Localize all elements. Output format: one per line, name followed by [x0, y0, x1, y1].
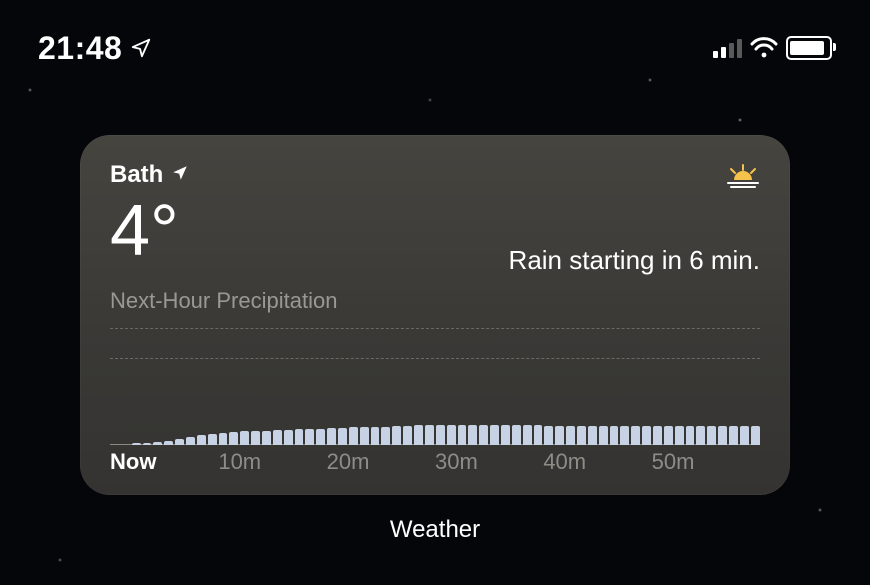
x-tick: 20m — [327, 449, 435, 475]
battery-icon — [786, 36, 832, 60]
precip-bar — [642, 426, 651, 445]
precip-bar — [338, 428, 347, 445]
status-left: 21:48 — [38, 30, 152, 67]
status-bar: 21:48 — [0, 28, 870, 68]
forecast-text: Rain starting in 6 min. — [509, 245, 760, 276]
precip-bar — [653, 426, 662, 445]
precip-bar — [403, 426, 412, 445]
location-name: Bath — [110, 161, 163, 189]
x-tick: 50m — [652, 449, 760, 475]
precip-bar — [664, 426, 673, 445]
sunset-icon — [726, 163, 760, 191]
x-tick: 10m — [218, 449, 326, 475]
precip-bar — [327, 428, 336, 445]
precip-bar — [349, 427, 358, 445]
cellular-signal-icon — [713, 38, 742, 58]
battery-fill — [790, 41, 824, 55]
x-tick: 30m — [435, 449, 543, 475]
location-services-icon — [130, 37, 152, 59]
precip-bar — [534, 425, 543, 445]
precip-bar — [631, 426, 640, 445]
precip-bar — [599, 426, 608, 445]
wifi-icon — [750, 37, 778, 59]
precip-bar — [523, 425, 532, 445]
precip-bar — [186, 437, 195, 445]
precip-bar — [544, 426, 553, 445]
precip-bar — [425, 425, 434, 445]
chart-bars — [110, 365, 760, 445]
precip-bar — [284, 430, 293, 445]
precip-bar — [566, 426, 575, 445]
precip-bar — [132, 443, 141, 445]
precip-bar — [751, 426, 760, 445]
status-right — [713, 36, 832, 60]
location-block: Bath 4° — [110, 161, 189, 267]
precip-bar — [208, 434, 217, 445]
location-arrow-icon — [171, 161, 189, 189]
x-tick: 40m — [543, 449, 651, 475]
precip-bar — [360, 427, 369, 445]
clock-time: 21:48 — [38, 30, 122, 67]
precip-bar — [229, 432, 238, 445]
precip-bar — [175, 439, 184, 445]
precip-bar — [414, 425, 423, 445]
precip-bar — [164, 441, 173, 445]
precip-bar — [675, 426, 684, 445]
precip-bar — [153, 442, 162, 445]
location-row: Bath — [110, 161, 189, 189]
precip-bar — [251, 431, 260, 445]
precip-bar — [458, 425, 467, 445]
chart-gridline — [110, 328, 760, 329]
precip-bar — [588, 426, 597, 445]
widget-app-label: Weather — [0, 516, 870, 544]
precip-bar — [718, 426, 727, 445]
precip-bar — [381, 427, 390, 445]
precip-bar — [490, 425, 499, 445]
temperature-value: 4° — [110, 195, 189, 267]
precip-section-title: Next-Hour Precipitation — [110, 288, 760, 314]
precip-chart: Now10m20m30m40m50m — [110, 320, 760, 479]
precip-bar — [729, 426, 738, 445]
precip-bar — [143, 443, 152, 445]
precip-bar — [240, 431, 249, 445]
precip-bar — [295, 429, 304, 445]
x-tick: Now — [110, 449, 218, 475]
precip-bar — [577, 426, 586, 445]
condition-block: Rain starting in 6 min. — [509, 161, 760, 276]
precip-bar — [316, 429, 325, 445]
precip-bar — [436, 425, 445, 445]
chart-gridline — [110, 358, 760, 359]
precip-bar — [447, 425, 456, 445]
precip-bar — [305, 429, 314, 445]
precip-bar — [512, 425, 521, 445]
precip-bar — [468, 425, 477, 445]
precip-bar — [262, 431, 271, 445]
precip-bar — [696, 426, 705, 445]
precip-bar — [479, 425, 488, 445]
precip-bar — [610, 426, 619, 445]
precip-bar — [620, 426, 629, 445]
precip-bar — [501, 425, 510, 445]
precip-bar — [707, 426, 716, 445]
chart-x-axis: Now10m20m30m40m50m — [110, 449, 760, 475]
precip-bar — [555, 426, 564, 445]
precip-bar — [371, 427, 380, 445]
precip-bar — [273, 430, 282, 445]
widget-header: Bath 4° Rain sta — [110, 161, 760, 276]
precip-bar — [740, 426, 749, 445]
weather-widget[interactable]: Bath 4° Rain sta — [80, 135, 790, 495]
precip-bar — [197, 435, 206, 445]
precip-bar — [686, 426, 695, 445]
precip-bar — [219, 433, 228, 445]
precip-bar — [392, 426, 401, 445]
